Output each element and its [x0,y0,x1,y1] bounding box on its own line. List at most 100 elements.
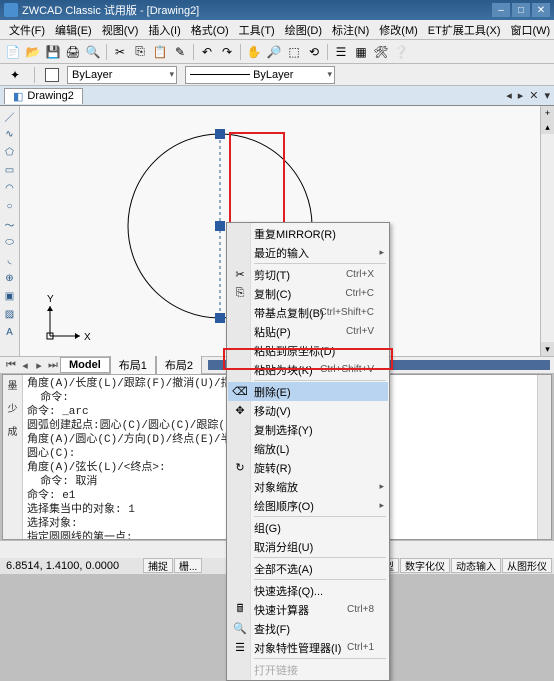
menu-v[interactable]: 视图(V) [97,20,144,40]
ctx-快速选择Q[interactable]: 快速选择(Q)... [228,581,388,600]
ellipse-icon[interactable]: ⬭ [2,234,18,250]
polygon-icon[interactable]: ⬠ [2,144,18,160]
zoomprev-icon[interactable]: ⟲ [305,43,323,61]
ctx-取消分组U[interactable]: 取消分组(U) [228,537,388,556]
paste-icon[interactable]: 📋 [151,43,169,61]
color-combo[interactable]: ByLayer [67,66,177,84]
menu-etx[interactable]: ET扩展工具(X) [423,20,506,40]
menu-o[interactable]: 格式(O) [186,20,234,40]
scroll-down-arrow[interactable]: ▾ [541,342,554,356]
spline-icon[interactable]: ～ [2,216,18,232]
menu-n[interactable]: 标注(N) [327,20,374,40]
zoomwin-icon[interactable]: ⬚ [285,43,303,61]
ctx-绘图顺序O[interactable]: 绘图顺序(O)▸ [228,496,388,515]
ctx-旋转R[interactable]: ↻旋转(R) [228,458,388,477]
menu-w[interactable]: 窗口(W) [506,20,554,40]
svg-text:X: X [84,332,91,343]
tab-first-icon[interactable]: ⏮ [4,359,18,372]
open-icon[interactable]: 📂 [24,43,42,61]
document-tabs: ◧Drawing2 ◂ ▸ ✕ ▾ [0,86,554,106]
sb-tablet[interactable]: 数字化仪 [400,558,450,573]
ctx-重复MIRRORR[interactable]: 重复MIRROR(R) [228,224,388,243]
tab-layout1[interactable]: 布局1 [110,355,156,375]
grid-toggle[interactable]: 栅... [174,558,202,573]
tabstrip-left-icon[interactable]: ◂ [506,89,512,102]
command-scrollbar[interactable] [537,375,551,539]
ctx-复制选择Y[interactable]: 复制选择(Y) [228,420,388,439]
ellipsearc-icon[interactable]: ◟ [2,252,18,268]
ctx-粘贴P[interactable]: 粘贴(P)Ctrl+V [228,322,388,341]
ctx-移动V[interactable]: ✥移动(V) [228,401,388,420]
match-icon[interactable]: ✎ [171,43,189,61]
ctx-删除E[interactable]: ⌫删除(E) [228,382,388,401]
snap-toggle[interactable]: 捕捉 [143,558,173,573]
tab-next-icon[interactable]: ▸ [32,359,46,372]
layer-icon[interactable]: ✦ [6,66,24,84]
ctx-复制C[interactable]: ⎘复制(C)Ctrl+C [228,284,388,303]
tab-layout2[interactable]: 布局2 [156,355,202,375]
tabstrip-right-icon[interactable]: ▸ [518,89,524,102]
menu-m[interactable]: 修改(M) [374,20,423,40]
line-icon[interactable]: ／ [2,108,18,124]
save-icon[interactable]: 💾 [44,43,62,61]
maximize-button[interactable]: □ [512,3,530,17]
circle-icon[interactable]: ○ [2,198,18,214]
ctx-打开链接: 打开链接 [228,660,388,679]
ctx-对象缩放[interactable]: 对象缩放▸ [228,477,388,496]
print-icon[interactable]: 🖨 [64,43,82,61]
cut-icon[interactable]: ✂ [111,43,129,61]
ctx-剪切T[interactable]: ✂剪切(T)Ctrl+X [228,265,388,284]
ctx-粘贴到原坐标D[interactable]: 粘贴到原坐标(D) [228,341,388,360]
pan-icon[interactable]: ✋ [245,43,263,61]
ctx-查找F[interactable]: 🔍查找(F) [228,619,388,638]
hatch-icon[interactable]: ▨ [2,306,18,322]
ctx-带基点复制B[interactable]: 带基点复制(B)Ctrl+Shift+C [228,303,388,322]
help-icon[interactable]: ❔ [392,43,410,61]
arc-icon[interactable]: ◠ [2,180,18,196]
ctx-缩放L[interactable]: 缩放(L) [228,439,388,458]
linetype-combo[interactable]: ByLayer [185,66,335,84]
copy-icon[interactable]: ⎘ [131,43,149,61]
command-sidebar: 墨 少 成 [3,375,23,539]
design-icon[interactable]: ▦ [352,43,370,61]
minimize-button[interactable]: – [492,3,510,17]
zoom-icon[interactable]: 🔎 [265,43,283,61]
new-icon[interactable]: 📄 [4,43,22,61]
props-icon[interactable]: ☰ [332,43,350,61]
redo-icon[interactable]: ↷ [218,43,236,61]
ctx-快速计算器[interactable]: 🖩快速计算器Ctrl+8 [228,600,388,619]
sb-dyn[interactable]: 动态输入 [451,558,501,573]
insert-icon[interactable]: ⊕ [2,270,18,286]
menu-f[interactable]: 文件(F) [4,20,50,40]
menu-i[interactable]: 插入(I) [143,20,185,40]
undo-icon[interactable]: ↶ [198,43,216,61]
ctx-全部不选A[interactable]: 全部不选(A) [228,559,388,578]
preview-icon[interactable]: 🔍 [84,43,102,61]
close-button[interactable]: ✕ [532,3,550,17]
text-icon[interactable]: A [2,324,18,340]
ctx-最近的输入[interactable]: 最近的输入▸ [228,243,388,262]
scroll-up-arrow[interactable]: ▴ [541,120,554,134]
polyline-icon[interactable]: ∿ [2,126,18,142]
color-swatch[interactable] [45,68,59,82]
tab-prev-icon[interactable]: ◂ [18,359,32,372]
app-icon [4,3,18,17]
doc-tab-drawing2[interactable]: ◧Drawing2 [4,88,83,104]
ctx-粘贴为块K[interactable]: 粘贴为块(K)Ctrl+Shift+V [228,360,388,379]
ctx-对象特性管理器I[interactable]: ☰对象特性管理器(I)Ctrl+1 [228,638,388,657]
sb-plot[interactable]: 从图形仪 [502,558,552,573]
tabstrip-close-icon[interactable]: ✕ [529,89,538,102]
tool-icon[interactable]: 🛠 [372,43,390,61]
tab-last-icon[interactable]: ⏭ [46,359,60,372]
vertical-scrollbar[interactable]: + ▴ ▾ [540,106,554,356]
menu-t[interactable]: 工具(T) [234,20,280,40]
block-icon[interactable]: ▣ [2,288,18,304]
scroll-up-icon[interactable]: + [541,106,554,120]
menu-e[interactable]: 编辑(E) [50,20,97,40]
toolbar-standard: 📄 📂 💾 🖨 🔍 ✂ ⎘ 📋 ✎ ↶ ↷ ✋ 🔎 ⬚ ⟲ ☰ ▦ 🛠 ❔ [0,40,554,64]
rect-icon[interactable]: ▭ [2,162,18,178]
menu-d[interactable]: 绘图(D) [280,20,327,40]
ctx-组G[interactable]: 组(G) [228,518,388,537]
tabstrip-menu-icon[interactable]: ▾ [544,89,550,102]
tab-model[interactable]: Model [60,357,110,373]
